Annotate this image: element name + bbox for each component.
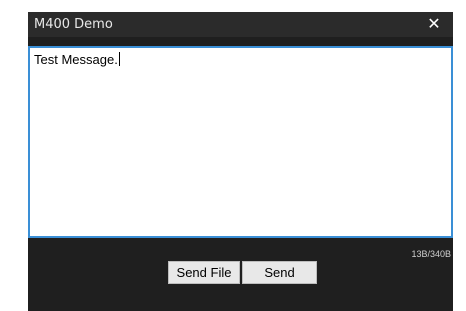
message-input[interactable]: Test Message.: [28, 46, 453, 238]
app-window: M400 Demo ✕ Test Message. 13B/340B Send …: [28, 12, 453, 311]
byte-counter: 13B/340B: [411, 249, 451, 259]
text-caret: [118, 52, 120, 66]
close-icon[interactable]: ✕: [425, 15, 443, 33]
send-file-button[interactable]: Send File: [168, 261, 240, 284]
message-value: Test Message.: [34, 52, 118, 67]
title-bar[interactable]: M400 Demo ✕: [28, 12, 453, 37]
window-title: M400 Demo: [34, 17, 113, 32]
send-button[interactable]: Send: [242, 261, 317, 284]
message-text[interactable]: Test Message.: [34, 52, 120, 67]
